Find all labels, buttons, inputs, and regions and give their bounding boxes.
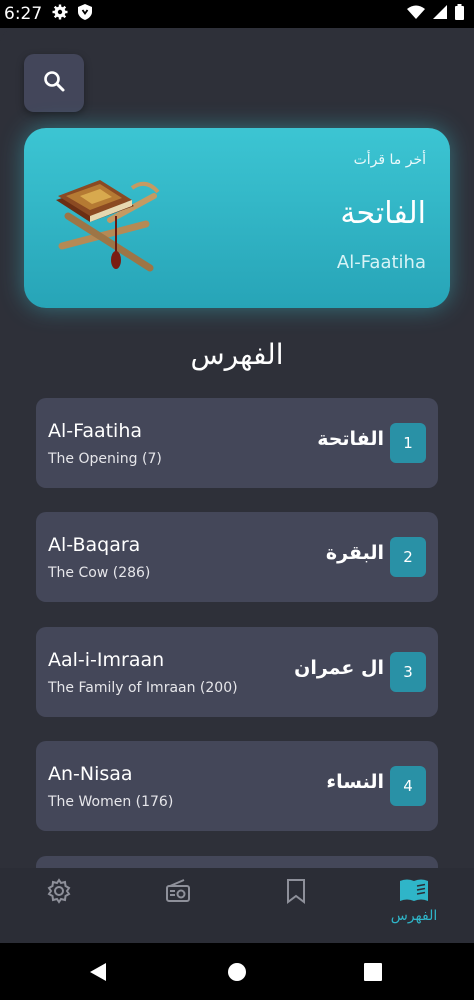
- nav-radio[interactable]: [148, 878, 208, 908]
- search-icon: [42, 69, 66, 97]
- radio-icon: [165, 879, 191, 908]
- app-screen: أخر ما قرأت الفاتحة Al-Faatiha الفهرس Al…: [0, 28, 474, 943]
- surah-number-badge: 1: [390, 423, 426, 463]
- gear-icon: [46, 878, 72, 908]
- nav-index[interactable]: الفهرس: [384, 878, 444, 924]
- wifi-icon: [407, 4, 425, 24]
- last-read-card[interactable]: أخر ما قرأت الفاتحة Al-Faatiha: [24, 128, 450, 308]
- index-title: الفهرس: [190, 338, 284, 371]
- surah-name-english: The Women (176): [48, 794, 174, 810]
- search-button[interactable]: [24, 54, 84, 112]
- surah-number-badge: 2: [390, 537, 426, 577]
- last-read-surah-latin: Al-Faatiha: [336, 252, 426, 273]
- surah-row[interactable]: Aal-i-Imraan The Family of Imraan (200) …: [36, 627, 438, 717]
- quran-book-icon: [50, 156, 162, 278]
- surah-name-arabic: البقرة: [325, 542, 384, 564]
- surah-row[interactable]: An-Nisaa The Women (176) النساء 4: [36, 741, 438, 831]
- system-nav-bar: [0, 943, 474, 1000]
- surah-name-latin: Al-Faatiha: [48, 420, 143, 442]
- last-read-label: أخر ما قرأت: [353, 152, 426, 168]
- nav-index-label: الفهرس: [390, 908, 438, 924]
- surah-name-english: The Family of Imraan (200): [48, 680, 238, 696]
- surah-name-english: The Opening (7): [48, 451, 162, 467]
- surah-name-arabic: ال عمران: [294, 657, 384, 679]
- surah-name-arabic: الفاتحة: [317, 428, 384, 450]
- signal-icon: [433, 4, 447, 24]
- surah-name-latin: Aal-i-Imraan: [48, 649, 165, 671]
- last-read-surah-arabic: الفاتحة: [340, 196, 426, 231]
- surah-number-badge: 3: [390, 652, 426, 692]
- bottom-nav: الفهرس: [0, 868, 474, 943]
- surah-name-latin: An-Nisaa: [48, 763, 133, 785]
- bookmark-icon: [285, 879, 307, 908]
- shield-icon: [78, 3, 93, 25]
- nav-bookmarks[interactable]: [266, 878, 326, 908]
- surah-number-badge: 4: [390, 766, 426, 806]
- recents-icon[interactable]: [364, 963, 382, 985]
- back-icon[interactable]: [88, 962, 108, 986]
- book-open-icon: [399, 879, 429, 906]
- home-icon[interactable]: [227, 962, 247, 986]
- surah-name-latin: Al-Baqara: [48, 534, 141, 556]
- surah-row[interactable]: Al-Baqara The Cow (286) البقرة 2: [36, 512, 438, 602]
- settings-status-icon: [52, 4, 68, 25]
- battery-icon: [455, 3, 464, 25]
- surah-row[interactable]: Al-Faatiha The Opening (7) الفاتحة 1: [36, 398, 438, 488]
- status-bar: 6:27: [0, 0, 474, 28]
- surah-name-arabic: النساء: [326, 771, 384, 793]
- nav-settings[interactable]: [29, 878, 89, 908]
- status-time: 6:27: [4, 4, 43, 24]
- surah-name-english: The Cow (286): [48, 565, 151, 581]
